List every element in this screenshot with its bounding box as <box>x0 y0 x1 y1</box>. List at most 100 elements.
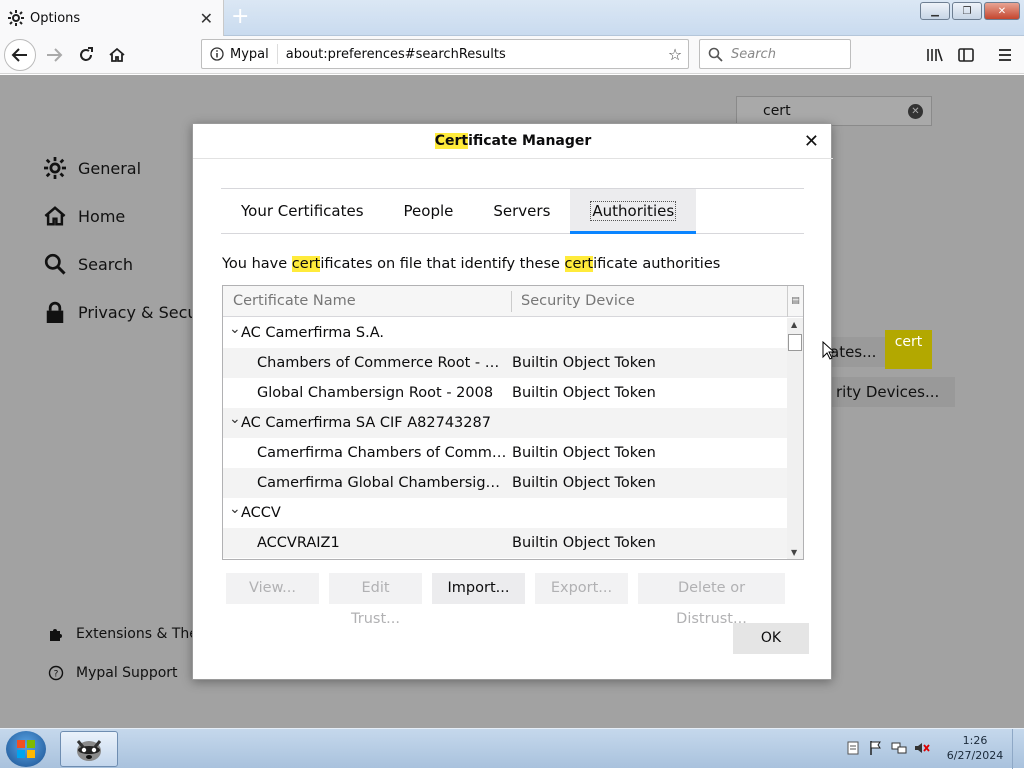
tree-row[interactable]: Camerfirma Global Chambersign Ro... Built… <box>223 468 787 498</box>
maximize-button[interactable]: ❐ <box>952 2 982 20</box>
view-button[interactable]: View... <box>226 573 319 604</box>
tab-options[interactable]: Options ✕ <box>0 0 224 36</box>
volume-muted-icon[interactable] <box>914 740 930 756</box>
tree-rows: ⌄ AC Camerfirma S.A. Chambers of Commerce … <box>223 318 787 558</box>
tab-authorities[interactable]: Authorities <box>570 189 697 234</box>
chevron-down-icon[interactable]: ⌄ <box>229 314 241 344</box>
dialog-close-icon[interactable]: ✕ <box>804 131 819 152</box>
clock-time: 1:26 <box>962 734 988 747</box>
forward-button[interactable] <box>40 41 68 69</box>
network-icon[interactable] <box>891 740 907 756</box>
show-desktop-button[interactable] <box>1012 729 1024 769</box>
desc-text: ificates on file that identify these <box>320 256 565 272</box>
menu-button[interactable] <box>991 41 1019 69</box>
library-icon <box>927 48 943 62</box>
certificate-name-cell: Camerfirma Global Chambersign Ro... <box>257 475 507 491</box>
tree-scrollbar[interactable]: ▲ ▼ <box>787 318 803 559</box>
minimize-button[interactable]: ▁ <box>920 2 950 20</box>
category-general[interactable]: General <box>44 157 141 179</box>
category-home[interactable]: Home <box>44 205 125 227</box>
tab-your-certificates[interactable]: Your Certificates <box>221 189 384 234</box>
column-picker-icon[interactable]: ▤ <box>787 286 803 317</box>
taskbar-mypal[interactable] <box>60 731 118 767</box>
notes-tray-icon[interactable] <box>845 740 861 756</box>
desc-highlight: cert <box>564 256 594 272</box>
dialog-title: Certificate Manager <box>193 124 833 159</box>
browser-search-input[interactable]: Search <box>699 39 851 69</box>
tree-group-row[interactable]: ⌄ AC Camerfirma SA CIF A82743287 <box>223 408 787 438</box>
library-button[interactable] <box>921 41 949 69</box>
certificate-tree[interactable]: Certificate Name Security Device ▤ ⌄ AC C… <box>222 285 804 560</box>
new-tab-button[interactable]: + <box>231 4 249 29</box>
window-controls: ▁ ❐ ✕ <box>920 2 1020 20</box>
search-placeholder: Search <box>731 46 776 62</box>
back-button[interactable] <box>4 39 36 71</box>
sidebar-button[interactable] <box>952 41 980 69</box>
export-button[interactable]: Export... <box>535 573 628 604</box>
tree-row[interactable]: ACCVRAIZ1 Builtin Object Token <box>223 528 787 558</box>
import-button[interactable]: Import... <box>432 573 525 604</box>
certificate-tabs: Your Certificates People Servers Authori… <box>221 188 804 234</box>
chevron-down-icon[interactable]: ⌄ <box>229 404 241 434</box>
security-devices-button[interactable]: rity Devices... <box>820 377 956 407</box>
windows-logo-icon <box>17 740 35 758</box>
category-label: General <box>78 158 142 178</box>
category-privacy[interactable]: Privacy & Securi <box>44 301 209 323</box>
help-icon: ? <box>48 665 64 681</box>
scroll-up-icon[interactable]: ▲ <box>791 320 797 329</box>
nav-toolbar: Mypal about:preferences#searchResults ☆ … <box>0 36 1024 74</box>
authorities-description: You have certificates on file that ident… <box>222 256 720 272</box>
extensions-link[interactable]: Extensions & Them <box>48 626 212 642</box>
tab-bar: Options ✕ + ▁ ❐ ✕ <box>0 0 1024 36</box>
svg-text:?: ? <box>54 670 59 680</box>
tree-group-row[interactable]: ⌄ ACCV <box>223 498 787 528</box>
window-close-button[interactable]: ✕ <box>984 2 1020 20</box>
tab-people[interactable]: People <box>384 189 474 234</box>
bookmark-star-icon[interactable]: ☆ <box>662 45 688 64</box>
certificate-name-cell: Global Chambersign Root - 2008 <box>257 385 494 401</box>
delete-distrust-button[interactable]: Delete or Distrust... <box>638 573 785 627</box>
tree-row[interactable]: Global Chambersign Root - 2008 Builtin Ob… <box>223 378 787 408</box>
scroll-down-icon[interactable]: ▼ <box>791 548 797 557</box>
preferences-search-input[interactable]: cert ✕ <box>736 96 932 126</box>
url-bar[interactable]: Mypal about:preferences#searchResults ☆ <box>201 39 689 69</box>
system-tray <box>845 740 930 756</box>
certificate-name-cell: AC Camerfirma SA CIF A82743287 <box>241 415 491 431</box>
column-divider[interactable] <box>511 291 512 312</box>
home-icon <box>44 206 66 226</box>
support-link[interactable]: ? Mypal Support <box>48 665 178 681</box>
category-label: Home <box>78 206 126 226</box>
mouse-cursor-icon <box>822 341 834 360</box>
scroll-thumb[interactable] <box>788 334 802 351</box>
category-search[interactable]: Search <box>44 253 133 275</box>
column-security-device[interactable]: Security Device <box>521 286 635 317</box>
sidebar-icon <box>958 48 974 62</box>
desc-text: ificate authorities <box>593 256 721 272</box>
puzzle-icon <box>50 629 62 641</box>
home-button[interactable] <box>103 41 131 69</box>
raccoon-app-icon <box>76 740 102 761</box>
chevron-down-icon[interactable]: ⌄ <box>229 494 241 524</box>
tree-row[interactable]: Camerfirma Chambers of Commerc... Builtin… <box>223 438 787 468</box>
security-device-cell: Builtin Object Token <box>512 355 656 371</box>
action-center-flag-icon[interactable] <box>868 740 884 756</box>
clear-search-icon[interactable]: ✕ <box>908 104 923 119</box>
tab-servers[interactable]: Servers <box>473 189 570 234</box>
security-device-cell: Builtin Object Token <box>512 445 656 461</box>
site-identity[interactable]: Mypal <box>202 44 278 64</box>
search-highlight-tooltip: cert <box>885 330 932 369</box>
start-button[interactable] <box>6 731 46 767</box>
ok-button[interactable]: OK <box>733 623 809 654</box>
url-text[interactable]: about:preferences#searchResults <box>278 47 662 62</box>
column-certificate-name[interactable]: Certificate Name <box>233 286 356 317</box>
tab-title: Options <box>30 10 81 26</box>
tree-group-row[interactable]: ⌄ AC Camerfirma S.A. <box>223 318 787 348</box>
gear-icon <box>44 157 66 179</box>
system-clock[interactable]: 1:26 6/27/2024 <box>945 733 1005 763</box>
desc-text: You have <box>222 256 292 272</box>
tab-authorities-label: Authorities <box>590 201 677 221</box>
edit-trust-button[interactable]: Edit Trust... <box>329 573 422 627</box>
reload-button[interactable] <box>72 41 100 69</box>
tab-close-icon[interactable]: ✕ <box>200 9 213 28</box>
tree-row[interactable]: Chambers of Commerce Root - 2008 Builtin … <box>223 348 787 378</box>
